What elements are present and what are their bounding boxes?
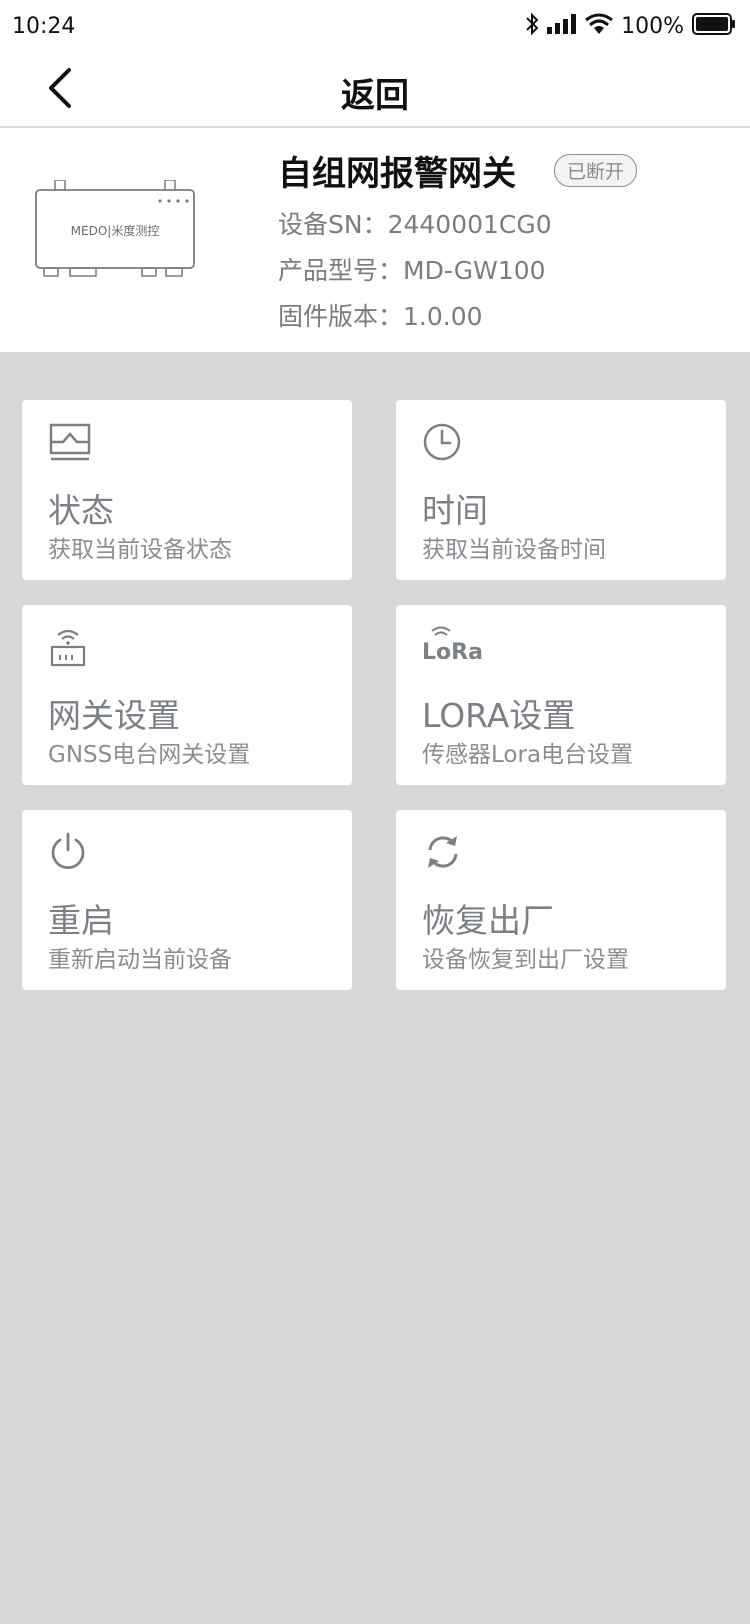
device-header: MEDO|米度测控 自组网报警网关 已断开 设备SN：2440001CG0 产品… — [0, 128, 750, 352]
device-image: MEDO|米度测控 — [30, 179, 200, 280]
lora-icon-text: LoRa — [422, 640, 482, 665]
device-brand-text: MEDO|米度测控 — [71, 223, 160, 238]
device-model: 产品型号：MD-GW100 — [278, 256, 546, 285]
card-title: 状态 — [48, 491, 114, 530]
status-card[interactable]: 状态 获取当前设备状态 — [22, 400, 352, 580]
device-sn: 设备SN：2440001CG0 — [278, 210, 552, 239]
card-subtitle: 获取当前设备状态 — [48, 537, 232, 563]
bluetooth-icon — [525, 12, 539, 40]
status-time: 10:24 — [12, 14, 76, 39]
lora-settings-card[interactable]: LoRa LORA设置 传感器Lora电台设置 — [396, 605, 726, 785]
device-name-row: 自组网报警网关 已断开 — [278, 146, 638, 195]
device-firmware: 固件版本：1.0.00 — [278, 302, 483, 331]
factory-reset-card[interactable]: 恢复出厂 设备恢复到出厂设置 — [396, 810, 726, 990]
router-icon — [48, 625, 92, 669]
card-title: 重启 — [48, 901, 114, 940]
power-icon — [48, 830, 92, 874]
card-subtitle: 获取当前设备时间 — [422, 537, 606, 563]
signal-icon — [547, 14, 577, 38]
device-info: 自组网报警网关 已断开 设备SN：2440001CG0 产品型号：MD-GW10… — [278, 146, 638, 333]
card-title: 恢复出厂 — [422, 901, 554, 940]
device-name: 自组网报警网关 — [278, 154, 516, 194]
wifi-icon — [585, 13, 614, 39]
monitor-icon — [48, 420, 92, 464]
battery-percent: 100% — [621, 13, 684, 39]
battery-icon — [692, 13, 736, 39]
gateway-settings-card[interactable]: 网关设置 GNSS电台网关设置 — [22, 605, 352, 785]
card-subtitle: 传感器Lora电台设置 — [422, 742, 634, 768]
status-bar: 10:24 100% — [0, 0, 750, 56]
status-badge: 已断开 — [554, 154, 638, 187]
status-icons: 100% — [525, 12, 736, 40]
reboot-card[interactable]: 重启 重新启动当前设备 — [22, 810, 352, 990]
time-card[interactable]: 时间 获取当前设备时间 — [396, 400, 726, 580]
card-subtitle: 设备恢复到出厂设置 — [422, 947, 629, 973]
navigation-bar: 返回 — [0, 56, 750, 128]
refresh-icon — [422, 830, 466, 874]
lora-icon: LoRa — [422, 625, 483, 669]
card-subtitle: GNSS电台网关设置 — [48, 742, 251, 768]
card-title: 时间 — [422, 491, 488, 530]
card-subtitle: 重新启动当前设备 — [48, 947, 232, 973]
card-title: LORA设置 — [422, 696, 576, 735]
card-title: 网关设置 — [48, 696, 180, 735]
page-title: 返回 — [341, 76, 409, 116]
clock-icon — [422, 420, 466, 464]
